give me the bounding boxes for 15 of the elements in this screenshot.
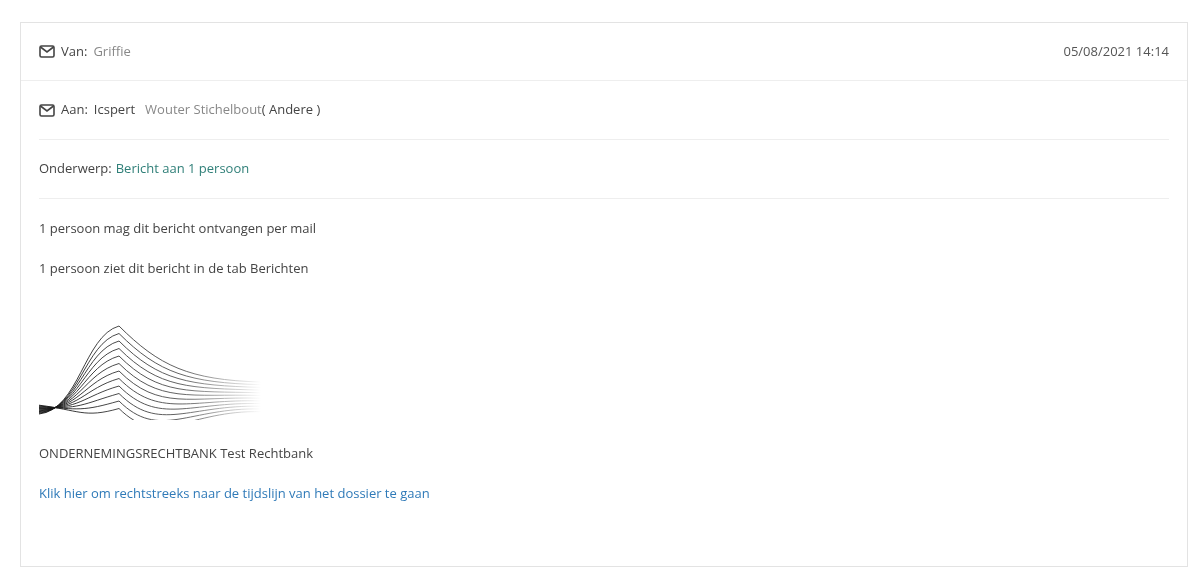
body-text: 1 persoon ziet dit bericht in de tab Berichten	[39, 258, 310, 278]
message-date: 05/08/2021 14:14	[1063, 41, 1169, 62]
from-label: Van:	[61, 41, 88, 62]
body-text: 1 persoon mag dit bericht ontvangen per mail	[39, 219, 318, 239]
envelope-icon	[39, 103, 55, 117]
signature-text: ONDERNEMINGSRECHTBANK Test Rechtbank	[39, 444, 314, 464]
subject-label: Onderwerp:	[39, 159, 112, 179]
recipient-group: Icspert	[93, 100, 136, 120]
subject-text: Bericht aan 1 persoon	[115, 159, 250, 179]
recipient-role: ( Andere )	[261, 100, 321, 120]
sender-name: Griffie	[93, 41, 131, 62]
recipient-name: Wouter Stichelbout	[145, 100, 262, 120]
envelope-icon	[39, 45, 55, 58]
timeline-link[interactable]: Klik hier om rechtstreeks naar de tijdslijn van het dossier te gaan	[39, 483, 1169, 503]
to-label: Aan:	[61, 100, 88, 120]
